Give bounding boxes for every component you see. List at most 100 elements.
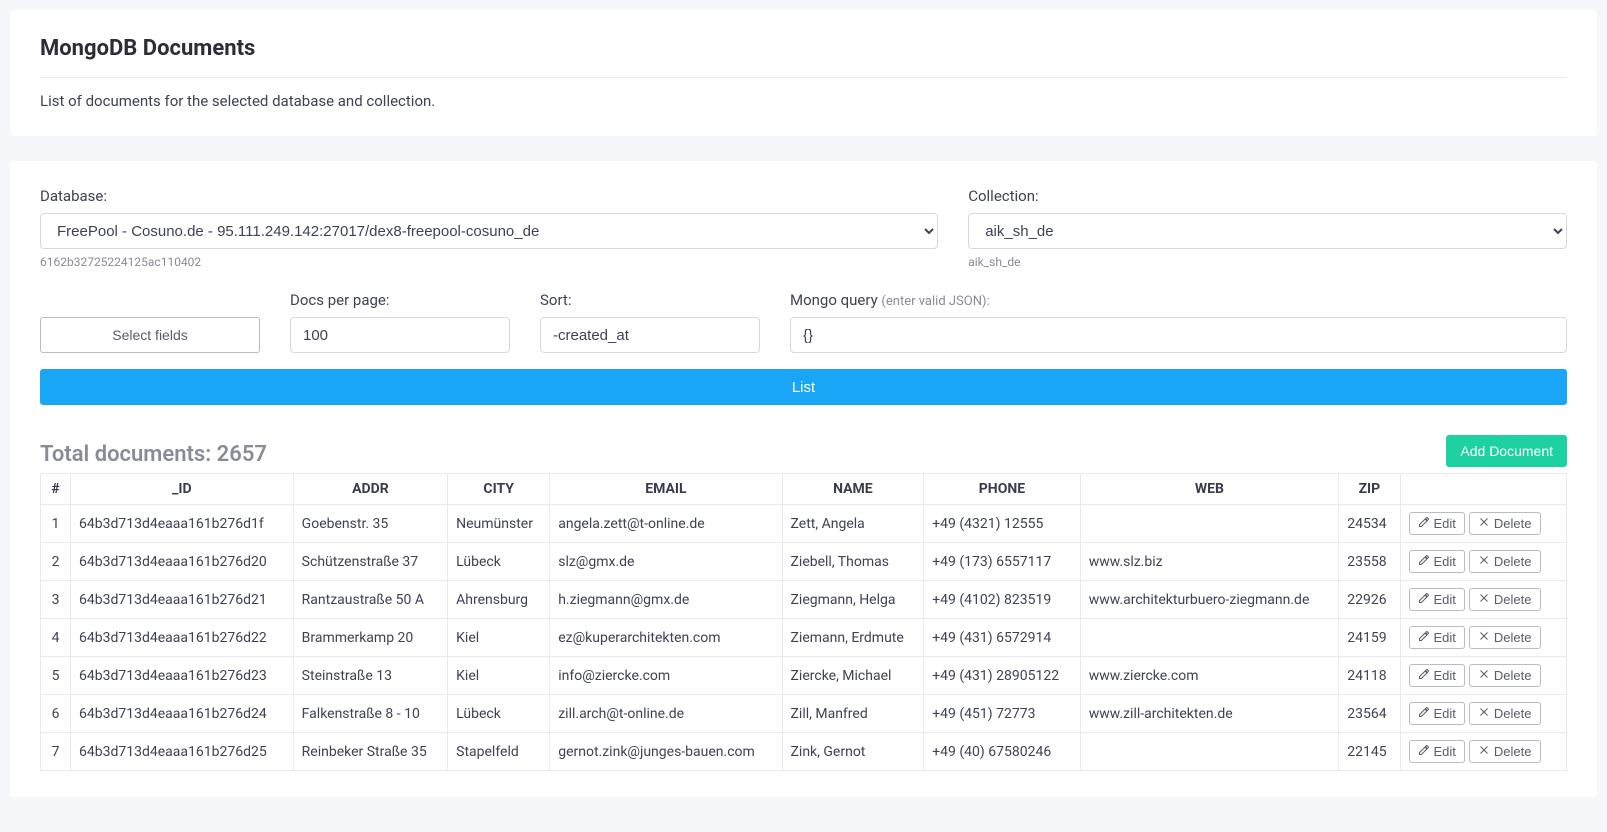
table-header: NAME [782,474,924,505]
page-title: MongoDB Documents [40,36,1567,78]
table-cell: 7 [41,733,71,771]
table-cell: Falkenstraße 8 - 10 [293,695,447,733]
delete-button[interactable]: Delete [1469,626,1541,649]
table-cell: 5 [41,657,71,695]
table-header: _ID [71,474,294,505]
close-icon [1478,630,1490,645]
edit-icon [1418,706,1430,721]
table-cell: Brammerkamp 20 [293,619,447,657]
table-cell: zill.arch@t-online.de [550,695,782,733]
edit-icon [1418,554,1430,569]
delete-button[interactable]: Delete [1469,740,1541,763]
edit-button[interactable]: Edit [1409,512,1465,535]
table-cell: Lübeck [448,543,550,581]
table-row: 664b3d713d4eaaa161b276d24Falkenstraße 8 … [41,695,1567,733]
table-cell: +49 (4321) 12555 [924,505,1080,543]
edit-icon [1418,630,1430,645]
delete-button[interactable]: Delete [1469,512,1541,535]
documents-table: #_IDADDRCITYEMAILNAMEPHONEWEBZIP 164b3d7… [40,473,1567,771]
table-cell: Neumünster [448,505,550,543]
actions-cell: EditDelete [1400,733,1566,771]
edit-icon [1418,516,1430,531]
table-header: CITY [448,474,550,505]
edit-button[interactable]: Edit [1409,740,1465,763]
table-cell: +49 (40) 67580246 [924,733,1080,771]
sort-input[interactable] [540,317,760,353]
table-cell [1080,505,1339,543]
table-row: 764b3d713d4eaaa161b276d25Reinbeker Straß… [41,733,1567,771]
table-cell: ez@kuperarchitekten.com [550,619,782,657]
table-header: EMAIL [550,474,782,505]
select-fields-button[interactable]: Select fields [40,317,260,353]
perpage-input[interactable] [290,317,510,353]
add-document-button[interactable]: Add Document [1446,435,1567,467]
list-button[interactable]: List [40,369,1567,405]
header-card: MongoDB Documents List of documents for … [10,10,1597,136]
edit-button[interactable]: Edit [1409,702,1465,725]
edit-button[interactable]: Edit [1409,664,1465,687]
table-cell: Goebenstr. 35 [293,505,447,543]
query-input[interactable] [790,317,1567,353]
table-header: WEB [1080,474,1339,505]
table-cell: Lübeck [448,695,550,733]
close-icon [1478,668,1490,683]
collection-label: Collection: [968,187,1567,205]
actions-cell: EditDelete [1400,581,1566,619]
table-cell: 64b3d713d4eaaa161b276d20 [71,543,294,581]
actions-cell: EditDelete [1400,695,1566,733]
table-cell: Reinbeker Straße 35 [293,733,447,771]
table-cell: www.zill-architekten.de [1080,695,1339,733]
delete-button[interactable]: Delete [1469,664,1541,687]
table-cell: +49 (451) 72773 [924,695,1080,733]
table-cell: slz@gmx.de [550,543,782,581]
sort-label: Sort: [540,291,760,309]
table-cell: 6 [41,695,71,733]
edit-icon [1418,668,1430,683]
table-cell: 24159 [1339,619,1400,657]
table-cell: 24534 [1339,505,1400,543]
delete-button[interactable]: Delete [1469,550,1541,573]
close-icon [1478,706,1490,721]
table-cell: 64b3d713d4eaaa161b276d22 [71,619,294,657]
table-cell: Ziebell, Thomas [782,543,924,581]
database-label: Database: [40,187,938,205]
table-cell: Ahrensburg [448,581,550,619]
actions-cell: EditDelete [1400,505,1566,543]
table-cell: www.slz.biz [1080,543,1339,581]
close-icon [1478,592,1490,607]
edit-button[interactable]: Edit [1409,550,1465,573]
delete-button[interactable]: Delete [1469,588,1541,611]
page-subtitle: List of documents for the selected datab… [40,92,1567,110]
table-cell: angela.zett@t-online.de [550,505,782,543]
table-header: PHONE [924,474,1080,505]
query-label: Mongo query (enter valid JSON): [790,291,1567,309]
table-cell: 22145 [1339,733,1400,771]
table-cell: +49 (431) 6572914 [924,619,1080,657]
collection-select[interactable]: aik_sh_de [968,213,1567,249]
edit-icon [1418,744,1430,759]
table-cell: 3 [41,581,71,619]
collection-hint: aik_sh_de [968,255,1567,269]
edit-icon [1418,592,1430,607]
table-cell: Kiel [448,619,550,657]
table-cell: www.ziercke.com [1080,657,1339,695]
db-collection-row: Database: FreePool - Cosuno.de - 95.111.… [40,187,1567,269]
table-cell: Zink, Gernot [782,733,924,771]
edit-button[interactable]: Edit [1409,588,1465,611]
table-cell: Zill, Manfred [782,695,924,733]
table-cell: 1 [41,505,71,543]
perpage-label: Docs per page: [290,291,510,309]
table-row: 564b3d713d4eaaa161b276d23Steinstraße 13K… [41,657,1567,695]
table-cell: +49 (173) 6557117 [924,543,1080,581]
table-cell: Stapelfeld [448,733,550,771]
close-icon [1478,554,1490,569]
database-select[interactable]: FreePool - Cosuno.de - 95.111.249.142:27… [40,213,938,249]
delete-button[interactable]: Delete [1469,702,1541,725]
table-cell: 22926 [1339,581,1400,619]
table-cell: info@ziercke.com [550,657,782,695]
table-row: 464b3d713d4eaaa161b276d22Brammerkamp 20K… [41,619,1567,657]
table-cell: 23564 [1339,695,1400,733]
table-cell: 24118 [1339,657,1400,695]
edit-button[interactable]: Edit [1409,626,1465,649]
table-row: 264b3d713d4eaaa161b276d20Schützenstraße … [41,543,1567,581]
